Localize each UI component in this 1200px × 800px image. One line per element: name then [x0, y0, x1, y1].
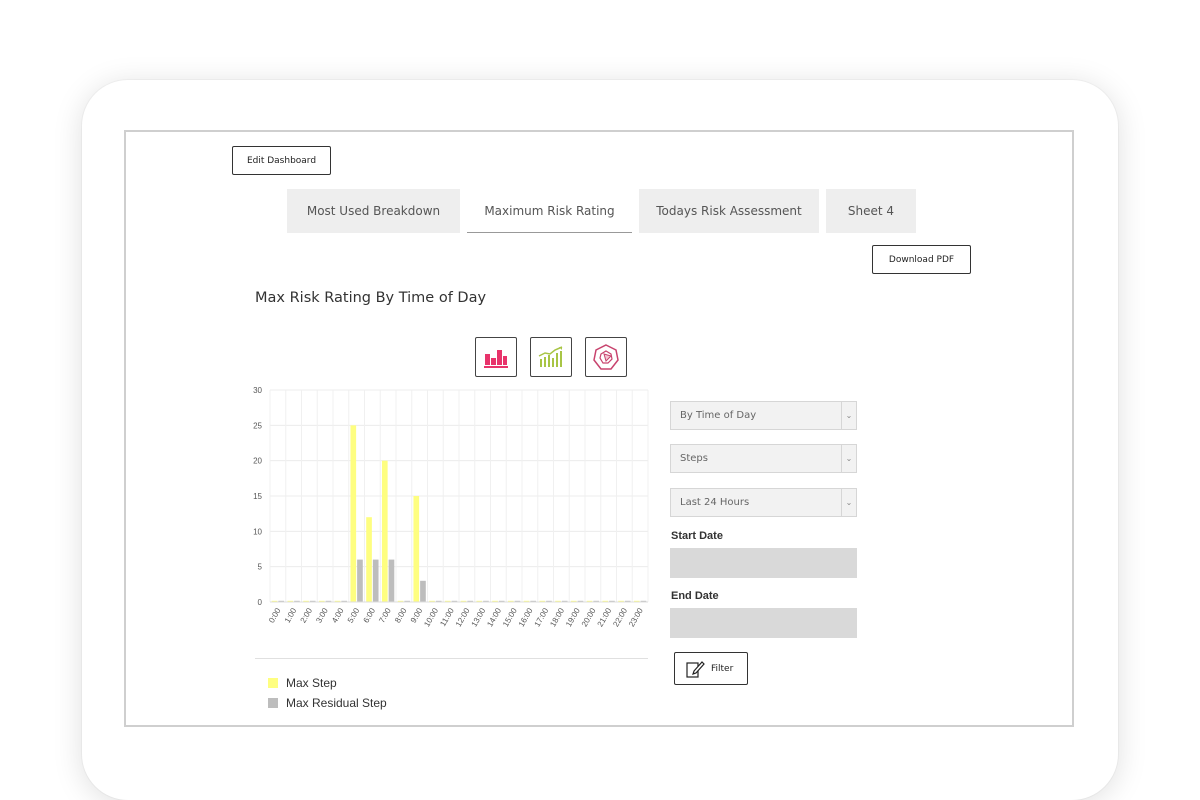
chevron-down-icon: ⌄ — [841, 445, 856, 472]
tab-sheet-4[interactable]: Sheet 4 — [826, 189, 916, 233]
x-tick-label: 6:00 — [362, 606, 378, 624]
line-chart-button[interactable] — [530, 337, 572, 377]
x-tick-label: 16:00 — [517, 606, 535, 628]
x-tick-label: 0:00 — [267, 606, 283, 624]
legend-swatch-max-step — [268, 678, 278, 688]
edit-dashboard-button[interactable]: Edit Dashboard — [232, 146, 331, 175]
x-tick-label: 4:00 — [330, 606, 346, 624]
bar-max-residual-step — [420, 580, 426, 602]
tab-maximum-risk-rating[interactable]: Maximum Risk Rating — [467, 189, 632, 233]
metric-value: Steps — [680, 453, 708, 464]
bar-max-step — [381, 460, 388, 602]
range-select[interactable]: Last 24 Hours ⌄ — [670, 488, 857, 517]
x-tick-label: 2:00 — [299, 606, 315, 624]
radar-chart-icon — [593, 344, 619, 370]
tab-most-used-breakdown[interactable]: Most Used Breakdown — [287, 189, 460, 233]
y-tick-label: 0 — [258, 598, 263, 607]
x-tick-label: 21:00 — [596, 606, 614, 628]
x-tick-label: 7:00 — [377, 606, 393, 624]
x-tick-label: 3:00 — [314, 606, 330, 624]
legend-divider — [255, 658, 648, 659]
end-date-field[interactable] — [670, 608, 857, 638]
bar-max-residual-step — [388, 559, 395, 602]
legend-swatch-max-residual-step — [268, 698, 278, 708]
y-tick-label: 10 — [253, 527, 262, 536]
y-tick-label: 5 — [258, 563, 263, 572]
legend-label-max-residual-step: Max Residual Step — [286, 696, 387, 710]
group-by-select[interactable]: By Time of Day ⌄ — [670, 401, 857, 430]
x-tick-label: 5:00 — [346, 606, 362, 624]
bar-max-step — [350, 425, 357, 602]
x-tick-label: 13:00 — [470, 606, 488, 628]
start-date-field[interactable] — [670, 548, 857, 578]
x-tick-label: 19:00 — [564, 606, 582, 628]
x-tick-label: 14:00 — [485, 606, 503, 628]
end-date-label: End Date — [671, 590, 719, 602]
legend-item-max-step: Max Step — [268, 676, 337, 690]
radar-chart-button[interactable] — [585, 337, 627, 377]
x-tick-label: 22:00 — [611, 606, 629, 628]
y-tick-label: 15 — [253, 492, 262, 501]
x-tick-label: 20:00 — [580, 606, 598, 628]
filter-label: Filter — [711, 663, 734, 674]
legend-item-max-residual-step: Max Residual Step — [268, 696, 387, 710]
bar-max-step — [413, 496, 420, 602]
bar-chart-icon — [484, 350, 508, 368]
bar-max-residual-step — [357, 559, 363, 602]
bar-chart-button[interactable] — [475, 337, 517, 377]
edit-icon — [686, 660, 705, 678]
x-tick-label: 18:00 — [548, 606, 566, 628]
chevron-down-icon: ⌄ — [841, 489, 856, 516]
filter-button[interactable]: Filter — [674, 652, 748, 685]
download-pdf-button[interactable]: Download PDF — [872, 245, 971, 274]
x-tick-label: 17:00 — [533, 606, 551, 628]
x-tick-label: 10:00 — [422, 606, 440, 628]
chart-title: Max Risk Rating By Time of Day — [255, 290, 487, 306]
x-tick-label: 15:00 — [501, 606, 519, 628]
x-tick-label: 12:00 — [454, 606, 472, 628]
group-by-value: By Time of Day — [680, 410, 757, 421]
x-tick-label: 8:00 — [393, 606, 409, 624]
range-value: Last 24 Hours — [680, 497, 750, 508]
bar-max-residual-step — [372, 559, 379, 602]
y-tick-label: 25 — [253, 421, 262, 430]
tab-todays-risk-assessment[interactable]: Todays Risk Assessment — [639, 189, 819, 233]
x-tick-label: 23:00 — [627, 606, 645, 628]
y-tick-label: 20 — [253, 457, 262, 466]
x-tick-label: 1:00 — [283, 606, 299, 624]
y-tick-label: 30 — [253, 386, 262, 395]
bar-max-step — [366, 517, 372, 602]
bar-chart: 0 5 10 15 20 25 30 0:00 1:00 2:00 3:00 4:00 5:00 6:00… — [253, 386, 649, 628]
x-tick-label: 9:00 — [409, 606, 425, 624]
legend-label-max-step: Max Step — [286, 676, 337, 690]
metric-select[interactable]: Steps ⌄ — [670, 444, 857, 473]
line-chart-icon — [538, 346, 563, 367]
chevron-down-icon: ⌄ — [841, 402, 856, 429]
start-date-label: Start Date — [671, 530, 723, 542]
